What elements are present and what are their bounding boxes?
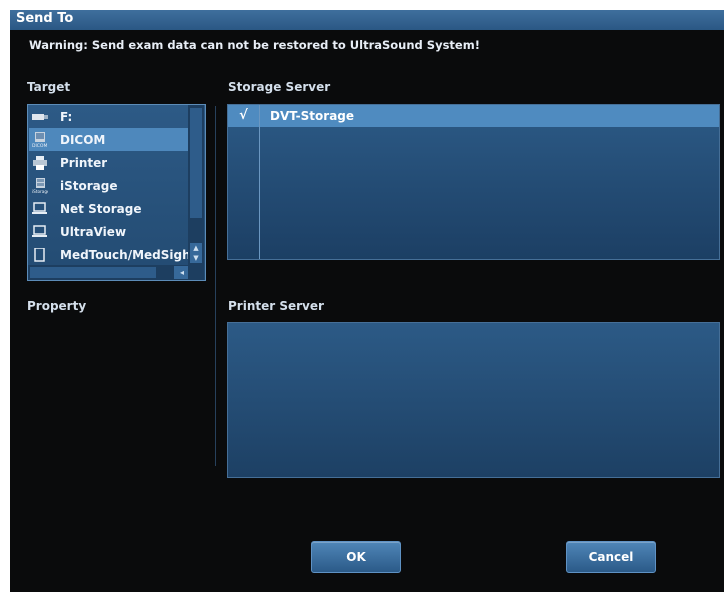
horizontal-scroll-thumb[interactable] <box>30 267 156 278</box>
warning-message: Warning: Send exam data can not be resto… <box>29 38 480 52</box>
printer-server-label: Printer Server <box>228 299 324 313</box>
storage-server-list[interactable]: √ DVT-Storage <box>227 104 720 260</box>
svg-text:iStorage: iStorage <box>32 189 48 194</box>
laptop-icon <box>32 202 48 216</box>
target-item-label: F: <box>60 109 73 124</box>
column-divider <box>215 106 216 466</box>
target-item-label: Net Storage <box>60 201 142 216</box>
target-item-ultraview[interactable]: UltraView <box>29 220 188 243</box>
target-vertical-scrollbar[interactable]: ▲ ▼ <box>188 105 204 280</box>
printer-icon <box>32 155 48 170</box>
property-label: Property <box>27 299 87 313</box>
scroll-up-icon[interactable]: ▲ <box>190 243 202 253</box>
storage-column-divider <box>259 105 260 259</box>
storage-server-row[interactable]: √ DVT-Storage <box>228 105 719 127</box>
target-horizontal-scrollbar[interactable]: ◂▸ <box>28 265 202 280</box>
target-list[interactable]: F: DICOM DICOM Printer iStorage iStorage… <box>27 104 206 281</box>
svg-text:DICOM: DICOM <box>32 143 47 148</box>
cancel-button[interactable]: Cancel <box>566 541 656 573</box>
send-to-dialog: Send To Warning: Send exam data can not … <box>10 10 724 592</box>
target-item-printer[interactable]: Printer <box>29 151 188 174</box>
ok-button[interactable]: OK <box>311 541 401 573</box>
target-item-istorage[interactable]: iStorage iStorage <box>29 174 188 197</box>
usb-drive-icon <box>32 110 48 124</box>
target-item-f-drive[interactable]: F: <box>29 105 188 128</box>
storage-check-mark: √ <box>239 108 248 123</box>
scrollbar-corner <box>188 265 204 280</box>
dialog-title: Send To <box>16 11 74 26</box>
target-label: Target <box>27 80 71 94</box>
storage-server-label: Storage Server <box>228 80 331 94</box>
storage-server-name: DVT-Storage <box>270 109 355 123</box>
title-bar: Send To <box>10 10 724 30</box>
target-item-label: Printer <box>60 155 108 170</box>
target-item-label: UltraView <box>60 224 127 239</box>
target-item-dicom[interactable]: DICOM DICOM <box>29 128 188 151</box>
target-item-medtouch[interactable]: MedTouch/MedSigh <box>29 243 188 266</box>
printer-server-list[interactable] <box>227 322 720 478</box>
dicom-icon: DICOM <box>32 131 48 148</box>
scroll-down-icon[interactable]: ▼ <box>190 253 202 263</box>
vertical-scroll-thumb[interactable] <box>190 108 202 218</box>
tablet-icon <box>32 247 48 262</box>
istorage-icon: iStorage <box>32 177 48 194</box>
target-item-label: iStorage <box>60 178 118 193</box>
target-item-label: DICOM <box>60 132 106 147</box>
laptop-icon <box>32 225 48 239</box>
target-item-label: MedTouch/MedSigh <box>60 247 188 262</box>
target-item-net-storage[interactable]: Net Storage <box>29 197 188 220</box>
